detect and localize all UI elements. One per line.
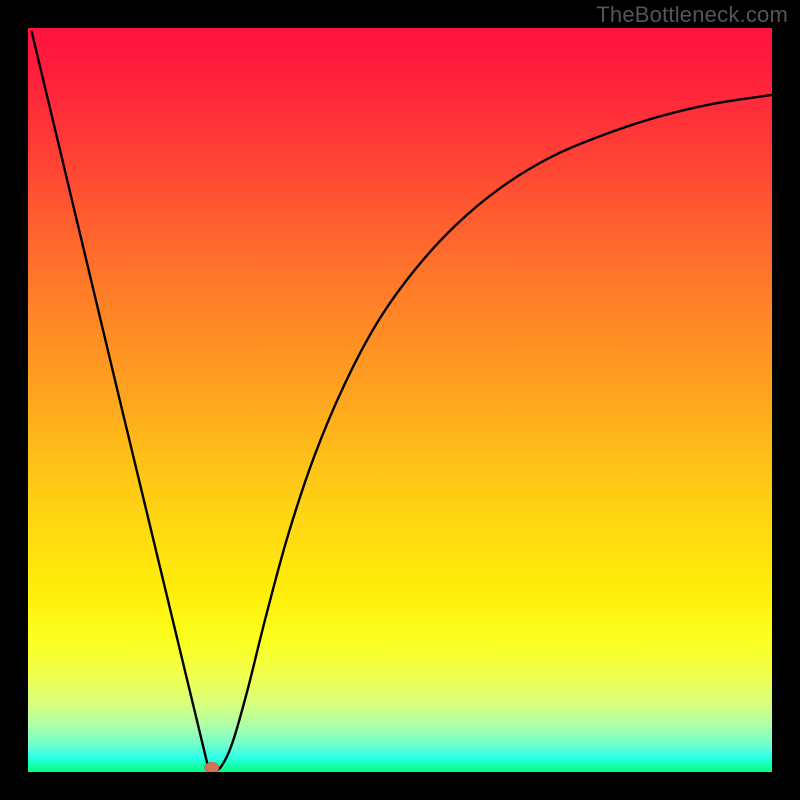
curve-minimum-marker	[205, 763, 219, 772]
curve-layer	[28, 28, 772, 772]
plot-area	[28, 28, 772, 772]
chart-frame: TheBottleneck.com	[0, 0, 800, 800]
attribution-text: TheBottleneck.com	[596, 2, 788, 28]
bottleneck-curve	[32, 32, 772, 772]
